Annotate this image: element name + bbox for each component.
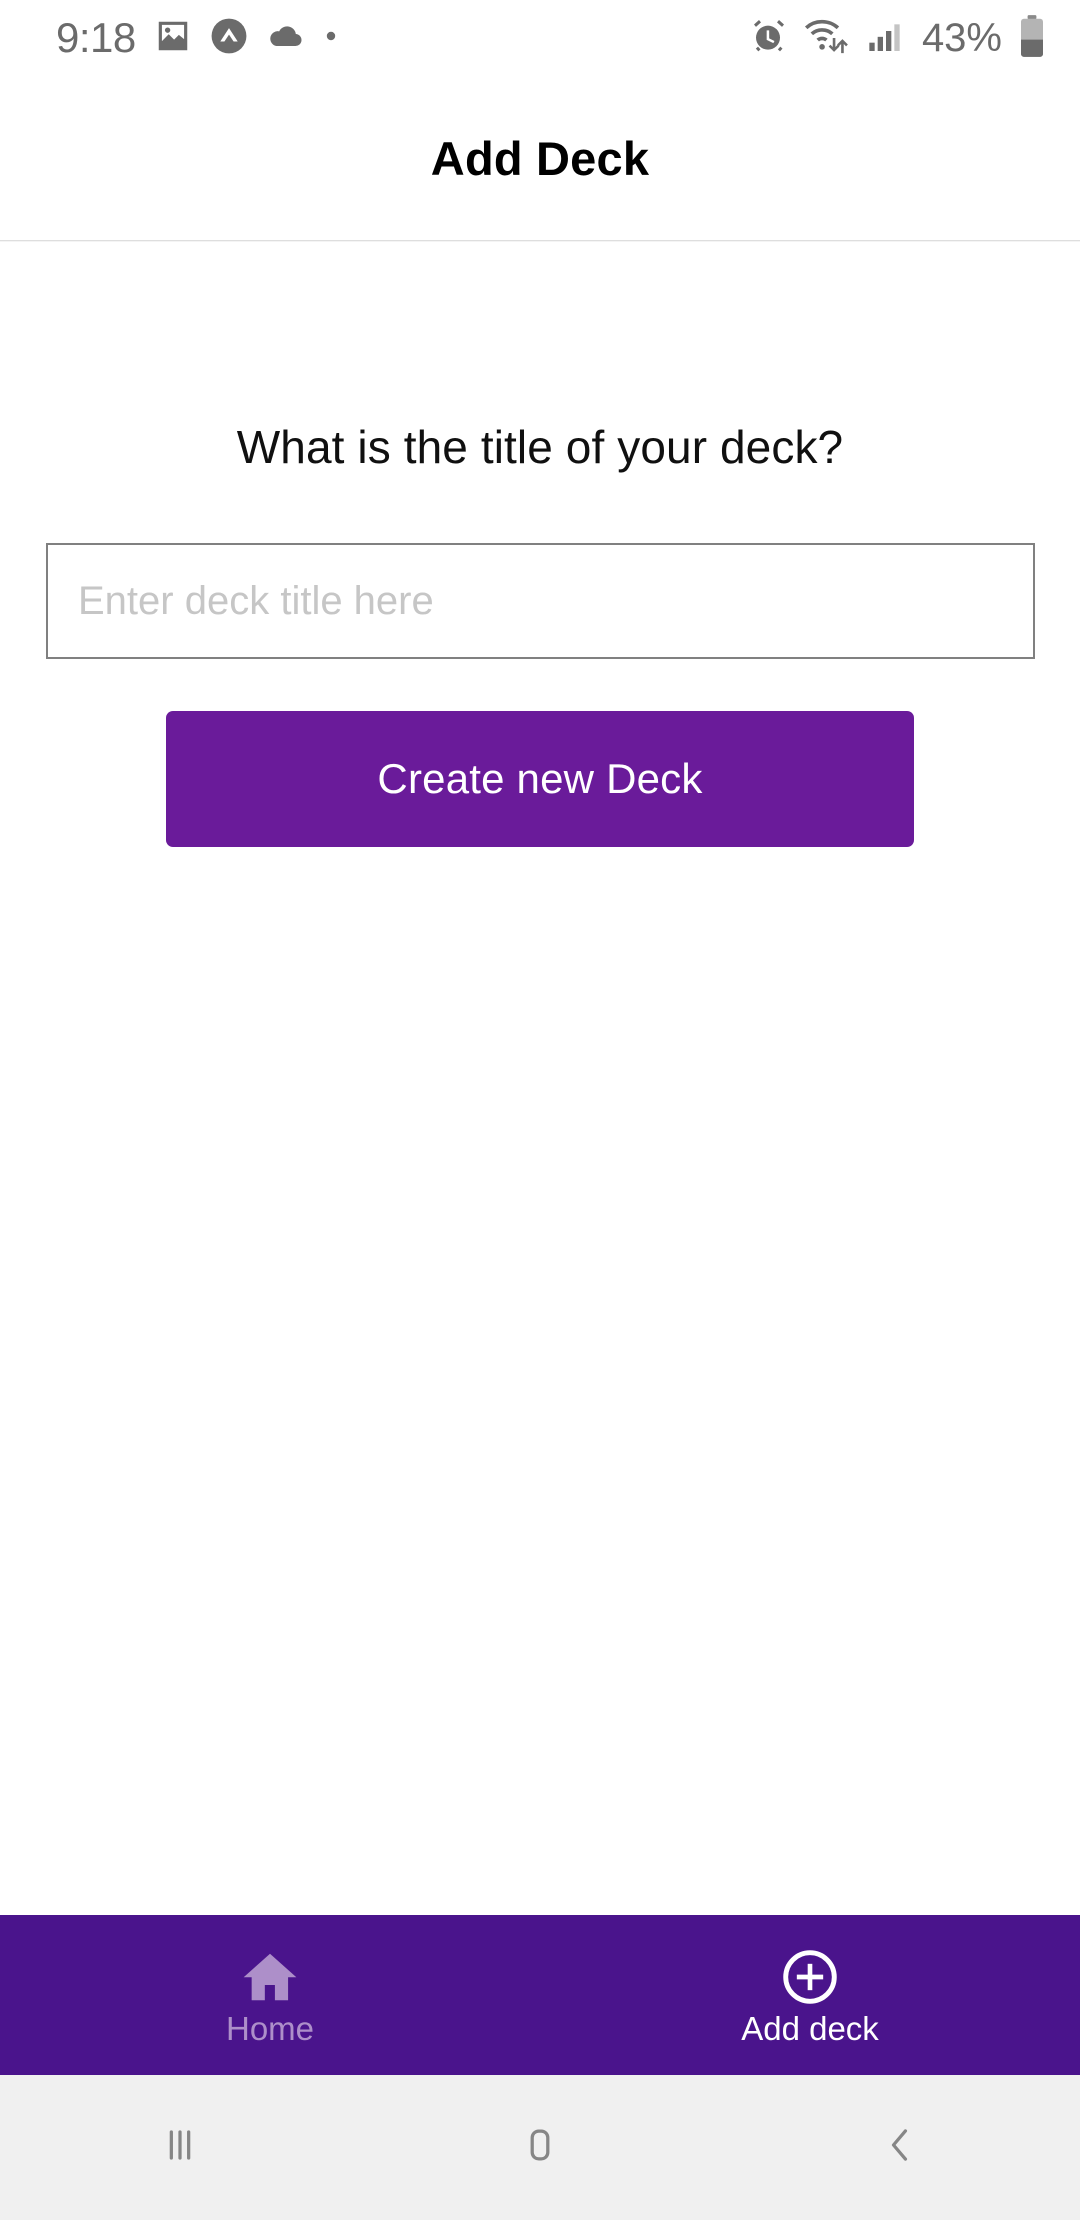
- home-square-icon: [514, 2119, 566, 2176]
- status-bar-right: 43%: [748, 14, 1046, 63]
- dot-indicator-icon: [324, 29, 338, 48]
- phone-screen: 9:18 43% Add Deck What is the title of y…: [0, 0, 1080, 2220]
- recents-button[interactable]: [0, 2119, 360, 2176]
- battery-icon: [1018, 14, 1046, 63]
- main-content: What is the title of your deck? Create n…: [0, 242, 1080, 1915]
- nav-item-add-deck-label: Add deck: [741, 2009, 879, 2047]
- cellular-signal-icon: [866, 16, 906, 61]
- cloud-icon: [266, 16, 306, 61]
- deck-title-question: What is the title of your deck?: [236, 421, 844, 473]
- nav-item-home[interactable]: Home: [0, 1915, 540, 2075]
- nav-item-home-label: Home: [225, 2009, 315, 2047]
- status-bar-left: 9:18: [56, 16, 338, 61]
- create-new-deck-button[interactable]: Create new Deck: [166, 711, 914, 847]
- wifi-transfer-icon: [804, 16, 850, 61]
- recents-icon: [154, 2119, 206, 2176]
- circle-caret-up-icon: [210, 17, 248, 60]
- alarm-clock-icon: [748, 16, 788, 61]
- photo-image-icon: [154, 17, 192, 60]
- nav-item-add-deck[interactable]: Add deck: [540, 1915, 1080, 2075]
- home-button[interactable]: [360, 2119, 720, 2176]
- bottom-navigation-bar: Home Add deck: [0, 1915, 1080, 2075]
- status-bar-clock: 9:18: [56, 14, 136, 61]
- deck-title-input[interactable]: [46, 543, 1035, 659]
- plus-circle-icon: [779, 1946, 841, 2008]
- back-button[interactable]: [720, 2119, 1080, 2176]
- home-icon: [239, 1946, 301, 2008]
- status-bar: 9:18 43%: [0, 0, 1080, 76]
- app-bar: Add Deck: [0, 76, 1080, 246]
- battery-percent-label: 43%: [921, 16, 1002, 60]
- page-title: Add Deck: [430, 131, 650, 185]
- chevron-left-icon: [874, 2119, 926, 2176]
- system-navigation-bar: [0, 2075, 1080, 2220]
